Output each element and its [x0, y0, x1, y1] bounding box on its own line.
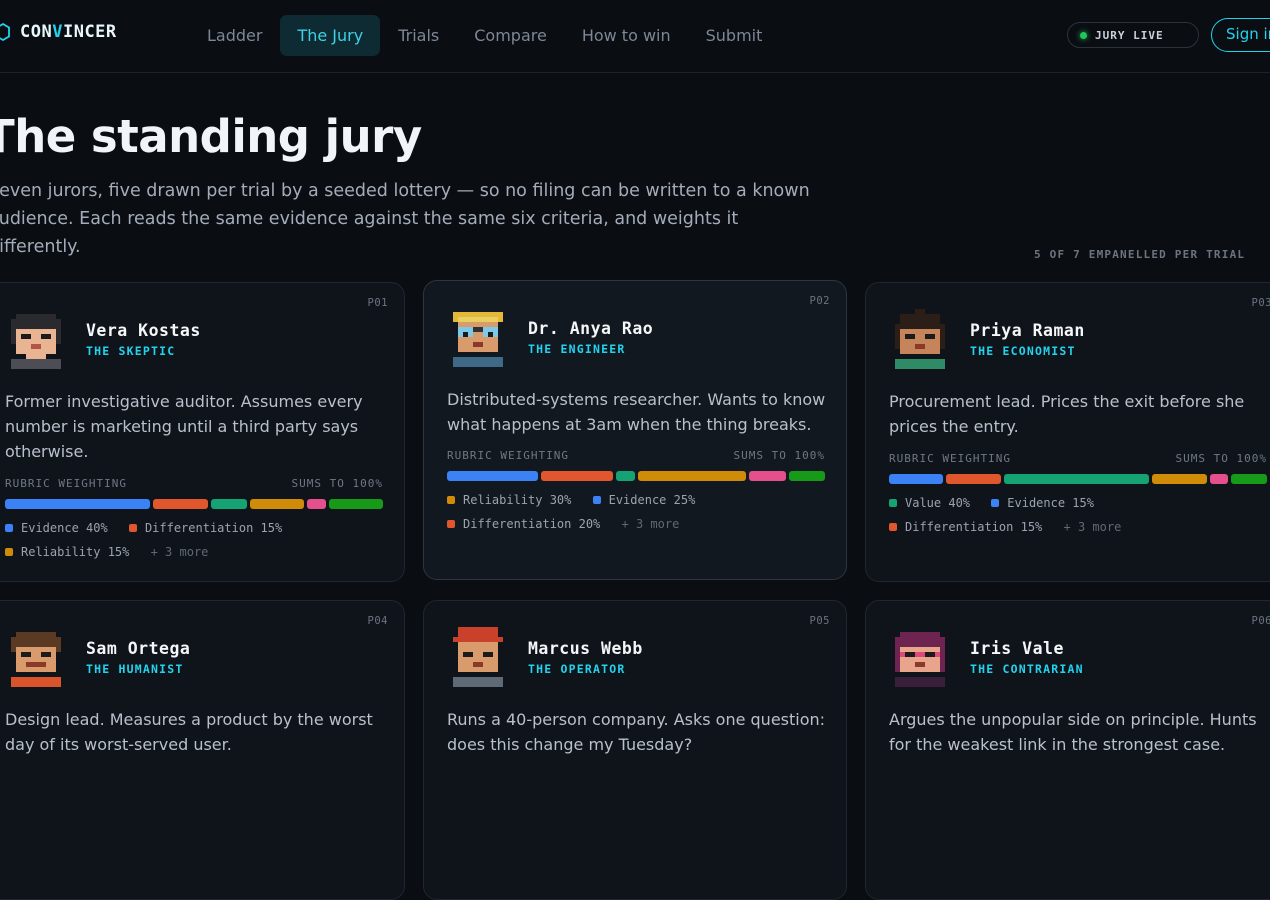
nav-ladder[interactable]: Ladder [190, 15, 279, 56]
legend-item: Differentiation 15% [128, 516, 282, 540]
rubric-segment [1230, 474, 1268, 484]
juror-bio: Procurement lead. Prices the exit before… [889, 392, 1245, 436]
nav-links: Ladder The Jury Trials Compare How to wi… [190, 15, 780, 56]
juror-number: P04 [367, 615, 388, 627]
juror-name: Dr. Anya Rao [528, 319, 654, 338]
empanelled-count: 5 OF 7 EMPANELLED PER TRIAL [1034, 248, 1246, 261]
juror-number: P06 [1251, 615, 1270, 627]
juror-bio: Argues the unpopular side on principle. … [889, 710, 1257, 754]
legend-item: Evidence 25% [592, 488, 695, 512]
brand-logo[interactable]: CONVINCER [0, 22, 117, 42]
rubric-header: RUBRIC WEIGHTING SUMS TO 100% [447, 449, 825, 462]
nav-the-jury[interactable]: The Jury [280, 15, 381, 56]
juror-number: P05 [809, 615, 830, 627]
juror-card[interactable]: P06 Iris Vale THE CONTRARIAN Argues the … [865, 600, 1270, 900]
legend-item: Evidence 15% [991, 491, 1094, 515]
brand-name: CONVINCER [20, 22, 117, 42]
rubric-heading: RUBRIC WEIGHTING [447, 449, 569, 462]
live-dot-icon [1080, 31, 1087, 39]
juror-name: Vera Kostas [86, 321, 201, 340]
juror-role: THE HUMANIST [86, 662, 184, 676]
rubric-sums: SUMS TO 100% [1175, 452, 1267, 465]
rubric-segment [788, 471, 825, 481]
legend-item: Reliability 30% [447, 488, 571, 512]
rubric-sums: SUMS TO 100% [733, 449, 825, 462]
juror-card[interactable]: P01 Vera Kostas THE SKEPTIC Former inves… [0, 282, 405, 582]
contrarian-avatar-icon [890, 627, 950, 687]
juror-name: Sam Ortega [86, 639, 191, 658]
sign-in-button[interactable]: Sign in [1211, 18, 1270, 52]
more-criteria-link[interactable]: + 3 more [1064, 520, 1122, 534]
juror-card[interactable]: P05 Marcus Webb THE OPERATOR Runs a 40-p… [423, 600, 847, 900]
economist-avatar-icon [890, 309, 950, 369]
rubric-segment [1003, 474, 1150, 484]
juror-bio: Runs a 40-person company. Asks one quest… [447, 710, 826, 754]
rubric-segment [616, 471, 635, 481]
rubric-segment [749, 471, 786, 481]
rubric-segment [637, 471, 747, 481]
nav-compare[interactable]: Compare [457, 15, 564, 56]
juror-name: Priya Raman [970, 321, 1085, 340]
rubric-segment [447, 471, 538, 481]
juror-role: THE ECONOMIST [970, 344, 1076, 358]
nav-how-to-win[interactable]: How to win [565, 15, 688, 56]
rubric-segment [540, 471, 614, 481]
operator-avatar-icon [448, 627, 508, 687]
rubric-legend: Value 40% Evidence 15% Differentiation 1… [889, 491, 1269, 539]
jury-live-label: JURY LIVE [1095, 28, 1164, 42]
rubric-header: RUBRIC WEIGHTING SUMS TO 100% [889, 452, 1267, 465]
legend-item: Evidence 40% [5, 516, 108, 540]
jury-live-badge: JURY LIVE [1067, 22, 1199, 48]
rubric-bar [5, 499, 384, 509]
rubric-bar [447, 471, 825, 481]
rubric-segment [307, 499, 326, 509]
more-criteria-link[interactable]: + 3 more [622, 517, 680, 531]
rubric-segment [1209, 474, 1228, 484]
juror-bio: Former investigative auditor. Assumes ev… [5, 392, 363, 461]
juror-bio: Design lead. Measures a product by the w… [5, 710, 373, 754]
legend-item: Reliability 15% [5, 540, 129, 564]
legend-item: Differentiation 20% [447, 512, 600, 536]
juror-card[interactable]: P03 Priya Raman THE ECONOMIST Procuremen… [865, 282, 1270, 582]
more-criteria-link[interactable]: + 3 more [151, 545, 209, 559]
legend-item: Differentiation 15% [889, 515, 1042, 539]
rubric-segment [210, 499, 247, 509]
page-subtitle: Seven jurors, five drawn per trial by a … [0, 181, 810, 257]
rubric-segment [1152, 474, 1207, 484]
nav-submit[interactable]: Submit [689, 15, 780, 56]
rubric-sums: SUMS TO 100% [291, 477, 383, 490]
rubric-segment [5, 499, 151, 509]
skeptic-avatar-icon [6, 309, 66, 369]
juror-number: P01 [367, 297, 388, 309]
rubric-bar [889, 474, 1268, 484]
legend-item: Value 40% [889, 491, 970, 515]
rubric-segment [153, 499, 208, 509]
hexagon-logo-icon [0, 23, 10, 41]
juror-card[interactable]: P04 Sam Ortega THE HUMANIST Design lead.… [0, 600, 405, 900]
rubric-segment [249, 499, 305, 509]
humanist-avatar-icon [6, 627, 66, 687]
rubric-heading: RUBRIC WEIGHTING [5, 477, 127, 490]
rubric-segment [946, 474, 1001, 484]
juror-number: P02 [809, 295, 830, 307]
juror-role: THE CONTRARIAN [970, 662, 1084, 676]
top-nav: CONVINCER Ladder The Jury Trials Compare… [0, 0, 1270, 73]
engineer-avatar-icon [448, 307, 508, 367]
page-title: The standing jury [0, 110, 422, 163]
juror-number: P03 [1251, 297, 1270, 309]
juror-role: THE OPERATOR [528, 662, 626, 676]
juror-name: Iris Vale [970, 639, 1064, 658]
rubric-legend: Evidence 40% Differentiation 15% Reliabi… [5, 516, 385, 564]
rubric-heading: RUBRIC WEIGHTING [889, 452, 1011, 465]
rubric-header: RUBRIC WEIGHTING SUMS TO 100% [5, 477, 383, 490]
juror-bio: Distributed-systems researcher. Wants to… [447, 390, 826, 434]
juror-name: Marcus Webb [528, 639, 643, 658]
juror-role: THE ENGINEER [528, 342, 626, 356]
rubric-segment [889, 474, 944, 484]
nav-trials[interactable]: Trials [381, 15, 456, 56]
juror-role: THE SKEPTIC [86, 344, 176, 358]
rubric-segment [328, 499, 384, 509]
rubric-legend: Reliability 30% Evidence 25% Differentia… [447, 488, 827, 536]
juror-card[interactable]: P02 Dr. Anya Rao THE ENGINEER Distribute… [423, 280, 847, 580]
